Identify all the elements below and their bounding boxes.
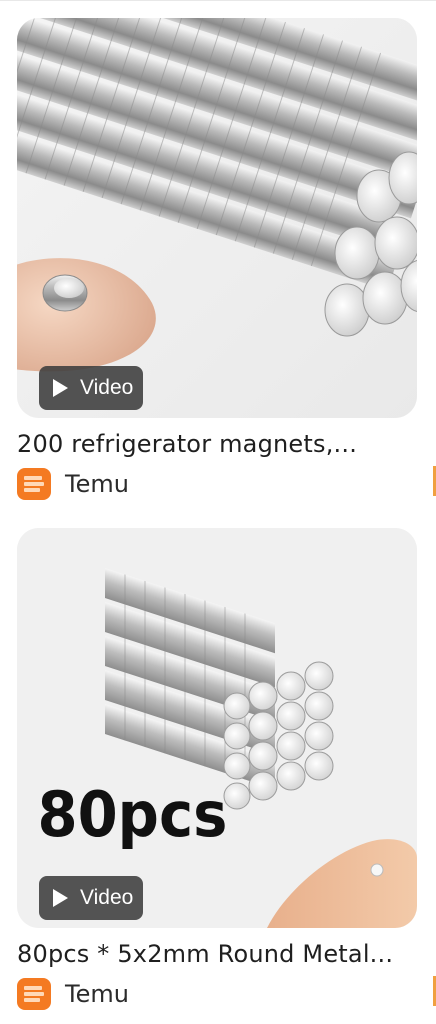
source-name: Temu bbox=[65, 470, 129, 498]
result-card[interactable]: 80pcs Video 80pcs * 5x2mm Round Metal...… bbox=[17, 528, 417, 1010]
result-title[interactable]: 80pcs * 5x2mm Round Metal... bbox=[17, 940, 417, 968]
result-source[interactable]: Temu bbox=[17, 978, 417, 1010]
result-thumbnail[interactable]: Video bbox=[17, 18, 417, 418]
video-badge: Video bbox=[39, 876, 144, 920]
play-icon bbox=[53, 379, 68, 397]
magnet-stacks-image bbox=[17, 18, 417, 418]
result-source[interactable]: Temu bbox=[17, 468, 417, 500]
video-badge-label: Video bbox=[80, 886, 134, 909]
video-badge: Video bbox=[39, 366, 144, 410]
play-icon bbox=[53, 889, 68, 907]
result-card[interactable]: Video 200 refrigerator magnets,... Temu bbox=[17, 18, 417, 500]
result-thumbnail[interactable]: 80pcs Video bbox=[17, 528, 417, 928]
top-divider bbox=[0, 0, 436, 1]
source-name: Temu bbox=[65, 980, 129, 1008]
temu-logo-icon bbox=[17, 978, 51, 1010]
magnet-block-image: 80pcs bbox=[17, 528, 417, 928]
result-title[interactable]: 200 refrigerator magnets,... bbox=[17, 430, 417, 458]
temu-logo-icon bbox=[17, 468, 51, 500]
image-overlay-text: 80pcs bbox=[37, 779, 227, 851]
video-badge-label: Video bbox=[80, 376, 134, 399]
